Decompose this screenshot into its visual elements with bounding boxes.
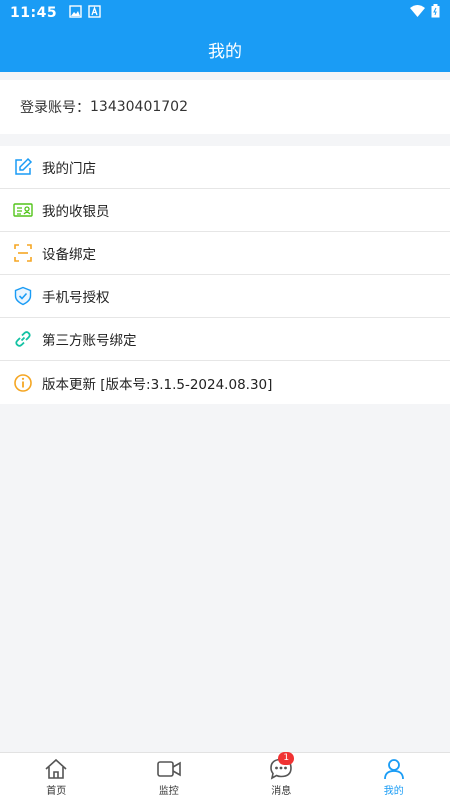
account-info: 登录账号： 13430401702 [0,80,450,134]
tab-label: 监控 [158,786,179,797]
menu-item-device-binding[interactable]: 设备绑定 [0,232,450,275]
tab-label: 消息 [271,786,292,797]
edit-icon [12,156,34,178]
app-notification-icon [88,4,101,22]
menu-item-label: 我的门店 [42,161,96,177]
settings-menu: 我的门店 我的收银员 设备绑定 手机号授权 第三方账号绑定 版本更新 [版本号:… [0,146,450,404]
home-icon [43,756,69,782]
chat-icon: 1 [268,752,295,782]
app-bar: 我的 [0,26,450,72]
menu-item-phone-authorization[interactable]: 手机号授权 [0,275,450,318]
menu-item-my-stores[interactable]: 我的门店 [0,146,450,189]
info-icon [12,372,34,394]
user-icon [381,756,407,782]
tab-home[interactable]: 首页 [0,753,113,800]
menu-item-label: 手机号授权 [42,290,110,306]
shield-check-icon [12,285,34,307]
menu-item-label: 版本更新 [版本号:3.1.5-2024.08.30] [42,376,273,393]
menu-item-version-update[interactable]: 版本更新 [版本号:3.1.5-2024.08.30] [0,361,450,404]
link-icon [12,328,34,350]
wifi-icon [410,5,425,21]
bottom-tab-bar: 首页 监控 1 消息 我的 [0,752,450,800]
video-icon [156,756,182,782]
image-notification-icon [69,4,82,22]
menu-item-label: 设备绑定 [42,247,96,263]
scan-icon [12,242,34,264]
account-label: 登录账号： [20,100,90,116]
account-value: 13430401702 [90,99,188,115]
tab-mine[interactable]: 我的 [338,753,450,800]
tab-messages[interactable]: 1 消息 [225,752,338,800]
menu-item-label: 我的收银员 [42,204,110,220]
unread-badge: 1 [278,752,295,765]
page-title: 我的 [208,41,242,62]
menu-item-third-party-binding[interactable]: 第三方账号绑定 [0,318,450,361]
id-card-icon [12,199,34,221]
status-time: 11:45 [10,5,58,21]
menu-item-label: 第三方账号绑定 [42,333,137,349]
tab-label: 首页 [46,786,67,797]
status-bar: 11:45 [0,0,450,26]
tab-monitor[interactable]: 监控 [113,753,226,800]
menu-item-my-cashiers[interactable]: 我的收银员 [0,189,450,232]
tab-label: 我的 [383,786,404,797]
battery-icon [431,4,440,22]
